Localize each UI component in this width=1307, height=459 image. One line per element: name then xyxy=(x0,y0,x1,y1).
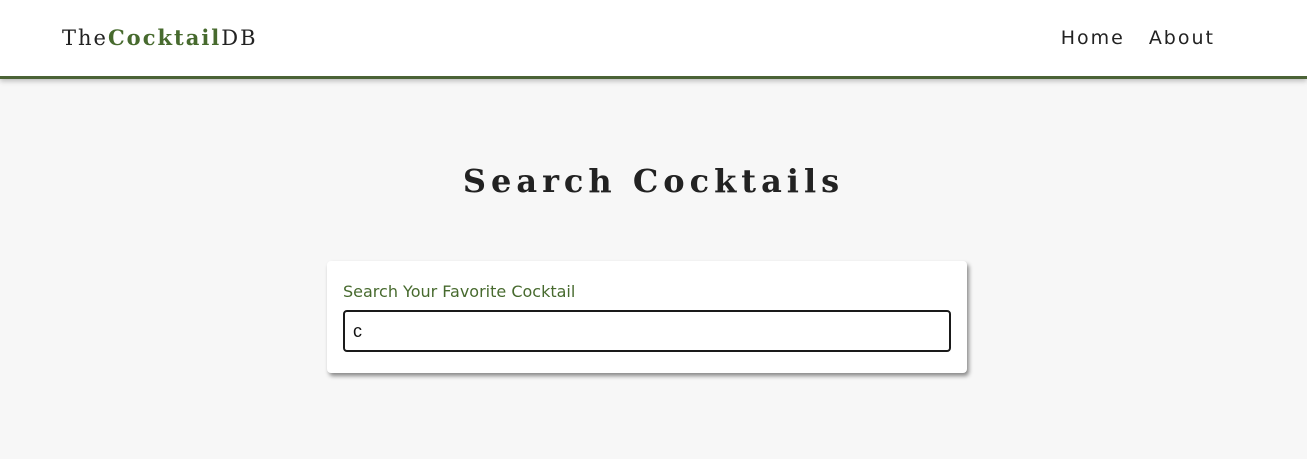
logo-prefix: The xyxy=(62,26,108,50)
logo-accent: Cocktail xyxy=(107,25,222,50)
search-label: Search Your Favorite Cocktail xyxy=(343,282,576,301)
site-logo[interactable]: TheCocktailDB xyxy=(62,25,258,50)
search-input[interactable] xyxy=(343,310,951,352)
nav-link-about[interactable]: About xyxy=(1149,27,1215,49)
logo-suffix: DB xyxy=(221,26,258,50)
search-form: Search Your Favorite Cocktail xyxy=(327,261,967,373)
nav-link-home[interactable]: Home xyxy=(1061,27,1125,49)
nav-links: Home About xyxy=(1061,27,1215,49)
navbar: TheCocktailDB Home About xyxy=(0,0,1307,79)
page-title: Search Cocktails xyxy=(462,162,845,200)
